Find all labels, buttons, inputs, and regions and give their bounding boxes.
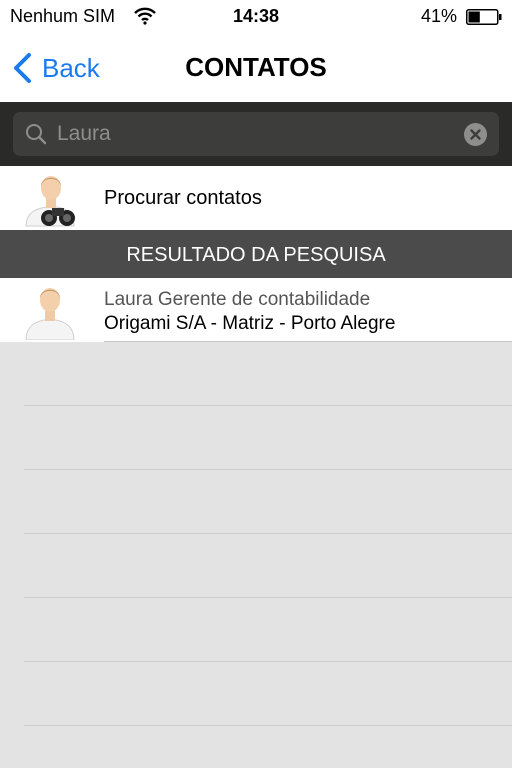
- battery-icon: [466, 9, 502, 25]
- contacts-screen: Nenhum SIM 14:38 41% Back CONTATOS Laura…: [0, 0, 512, 768]
- divider: [24, 533, 512, 534]
- divider: [24, 725, 512, 726]
- divider: [24, 405, 512, 406]
- search-field[interactable]: [13, 112, 499, 156]
- search-icon: [26, 124, 47, 145]
- clear-icon[interactable]: [464, 123, 487, 146]
- battery-percent: 41%: [420, 6, 457, 26]
- search-bar: [0, 102, 512, 166]
- search-input[interactable]: [57, 112, 457, 156]
- divider: [24, 469, 512, 470]
- close-icon: [470, 129, 481, 140]
- contact-binoculars-icon: [25, 176, 75, 227]
- divider: [24, 661, 512, 662]
- page-title: CONTATOS: [185, 52, 327, 82]
- list-item[interactable]: Laura Gerente de contabilidade Origami S…: [0, 278, 512, 342]
- find-contacts-label: Procurar contatos: [104, 187, 262, 209]
- person-avatar-icon: [25, 288, 75, 340]
- status-bar: Nenhum SIM 14:38 41%: [0, 0, 512, 34]
- find-contacts-row[interactable]: Procurar contatos: [0, 166, 512, 230]
- empty-list-area: [0, 342, 512, 768]
- divider: [24, 597, 512, 598]
- navigation-bar: Back CONTATOS: [0, 34, 512, 102]
- result-company: Origami S/A - Matriz - Porto Alegre: [104, 313, 396, 334]
- results-section-header: RESULTADO DA PESQUISA: [0, 230, 512, 278]
- result-name-role: Laura Gerente de contabilidade: [104, 289, 371, 310]
